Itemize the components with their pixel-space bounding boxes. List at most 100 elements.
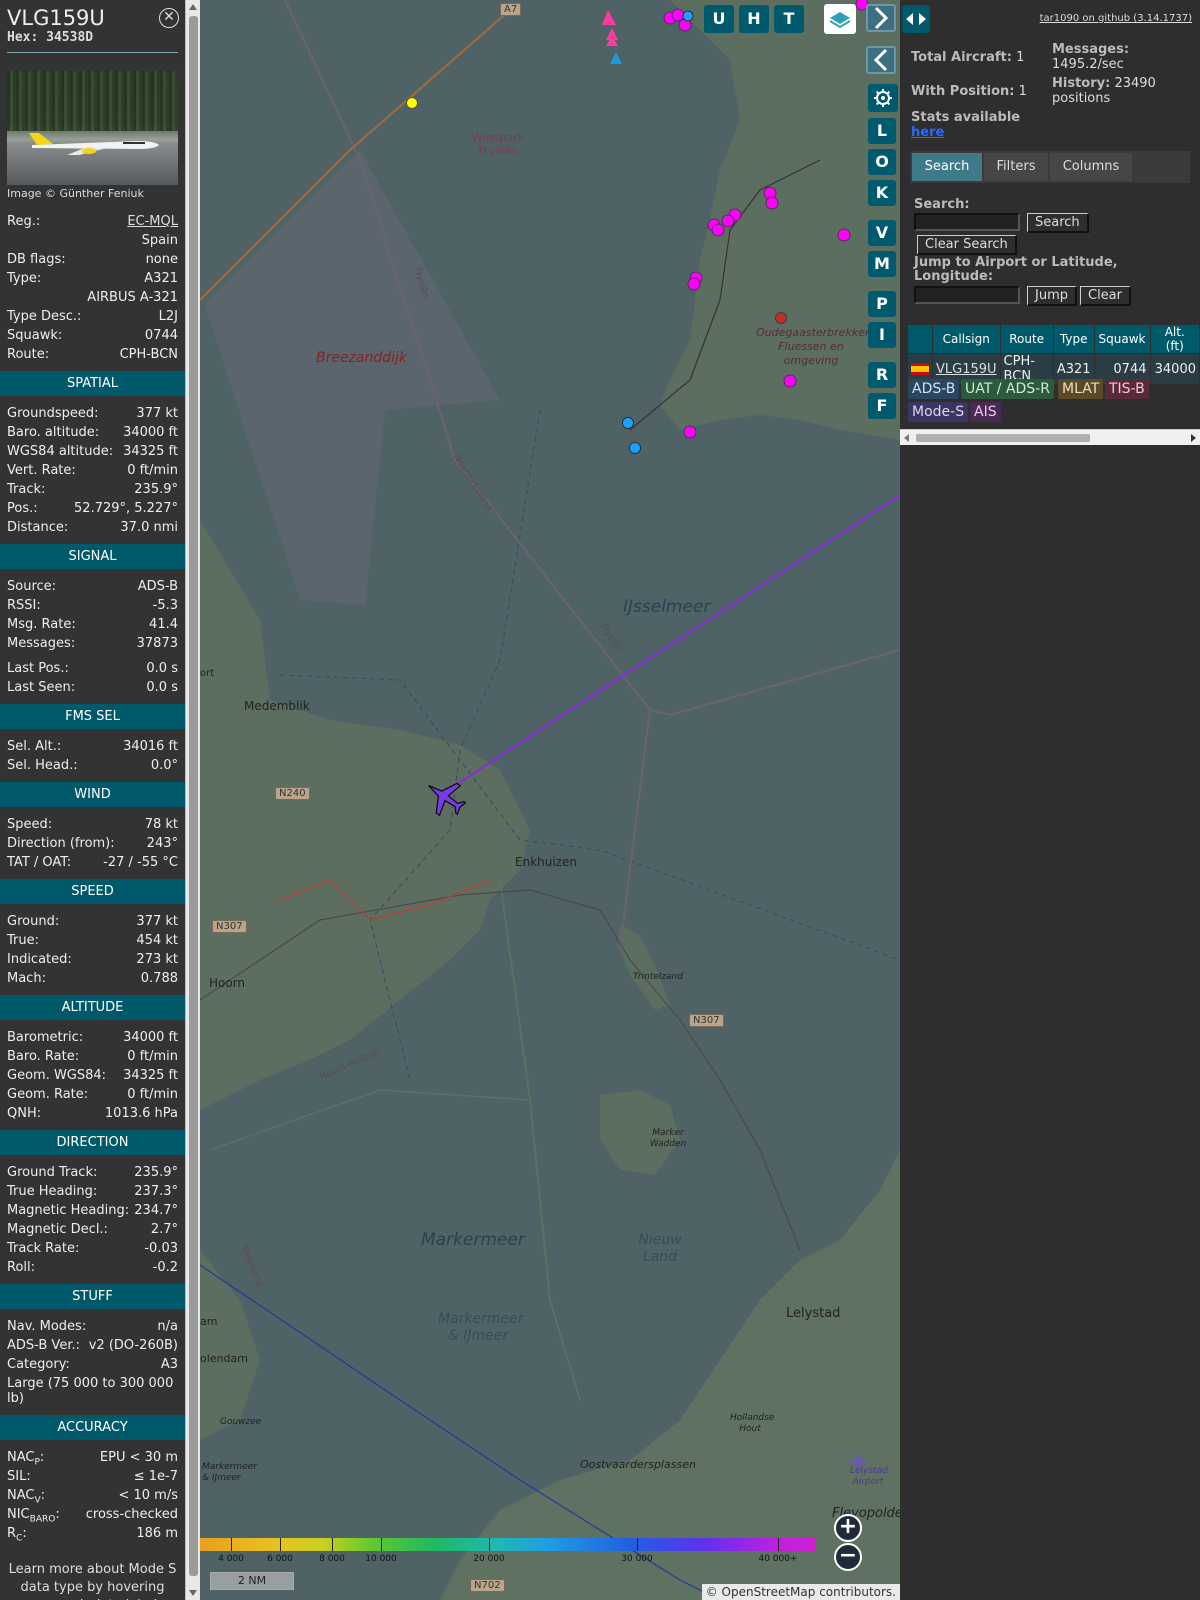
speed-label[interactable]: Ground: bbox=[7, 912, 59, 931]
scrollbar-thumb[interactable] bbox=[189, 16, 198, 1576]
stuff-label[interactable]: ADS-B Ver.: bbox=[7, 1336, 80, 1355]
scroll-left-icon[interactable] bbox=[904, 434, 909, 442]
signal-label[interactable]: Messages: bbox=[7, 634, 75, 653]
jump-button[interactable]: Jump bbox=[1027, 286, 1077, 306]
fms-label[interactable]: Sel. Head.: bbox=[7, 756, 78, 775]
osm-link[interactable]: OpenStreetMap bbox=[722, 1585, 816, 1599]
speed-label[interactable]: Indicated: bbox=[7, 950, 72, 969]
map-button-o[interactable]: O bbox=[868, 149, 896, 175]
label-am: am bbox=[200, 1315, 218, 1328]
direction-label[interactable]: Ground Track: bbox=[7, 1163, 97, 1182]
scroll-up-icon[interactable] bbox=[189, 4, 197, 10]
zoom-in-button[interactable]: + bbox=[834, 1514, 862, 1542]
jump-input[interactable] bbox=[914, 286, 1020, 304]
github-link[interactable]: tar1090 on github (3.14.1737) bbox=[1040, 13, 1192, 24]
column-header[interactable]: Squawk bbox=[1093, 324, 1151, 354]
tab-columns[interactable]: Columns bbox=[1050, 153, 1132, 181]
altitude-label[interactable]: QNH: bbox=[7, 1104, 41, 1123]
hscroll-thumb[interactable] bbox=[916, 434, 1090, 442]
search-input[interactable] bbox=[914, 213, 1020, 231]
speed-label[interactable]: Mach: bbox=[7, 969, 46, 988]
spatial-label[interactable]: Baro. altitude: bbox=[7, 423, 99, 442]
label-markermeer-ijmeer-small: Markermeer & IJmeer bbox=[202, 1462, 257, 1483]
map-button-k[interactable]: K bbox=[868, 180, 896, 206]
stats-here-link[interactable]: here bbox=[911, 125, 944, 140]
accuracy-label[interactable]: NACV: bbox=[7, 1486, 45, 1506]
map-button-r[interactable]: R bbox=[868, 362, 896, 388]
altitude-label[interactable]: Baro. Rate: bbox=[7, 1047, 79, 1066]
basic-label[interactable]: Type: bbox=[7, 269, 41, 288]
map-button-i[interactable]: I bbox=[868, 322, 896, 348]
column-header[interactable]: Alt. (ft) bbox=[1149, 324, 1200, 354]
info-panel-scrollbar[interactable] bbox=[185, 0, 200, 1600]
accuracy-label[interactable]: NACP: bbox=[7, 1448, 44, 1468]
map-button-p[interactable]: P bbox=[868, 291, 896, 317]
speed-label[interactable]: True: bbox=[7, 931, 39, 950]
spatial-label[interactable]: WGS84 altitude: bbox=[7, 442, 113, 461]
collapse-panel-button[interactable] bbox=[866, 46, 896, 74]
scroll-right-icon[interactable] bbox=[1191, 434, 1196, 442]
direction-label[interactable]: True Heading: bbox=[7, 1182, 97, 1201]
search-button[interactable]: Search bbox=[1027, 213, 1089, 233]
map-button-v[interactable]: V bbox=[868, 220, 896, 246]
column-header[interactable]: Route bbox=[999, 324, 1054, 354]
map-view[interactable]: Windpark Fryslân Breezanddijk IJsselmeer… bbox=[200, 0, 900, 1600]
map-button-h[interactable]: H bbox=[739, 5, 769, 33]
spatial-label[interactable]: Groundspeed: bbox=[7, 404, 98, 423]
basic-value[interactable]: EC-MQL bbox=[127, 212, 178, 231]
scroll-down-icon[interactable] bbox=[189, 1590, 197, 1596]
signal-timing-label[interactable]: Last Seen: bbox=[7, 678, 75, 697]
wind-label[interactable]: Speed: bbox=[7, 815, 52, 834]
accuracy-label[interactable]: RC: bbox=[7, 1524, 27, 1544]
altitude-label[interactable]: Barometric: bbox=[7, 1028, 83, 1047]
altitude-label[interactable]: Geom. WGS84: bbox=[7, 1066, 106, 1085]
map-button-u[interactable]: U bbox=[704, 5, 734, 33]
direction-label[interactable]: Track Rate: bbox=[7, 1239, 79, 1258]
column-header[interactable] bbox=[907, 324, 933, 354]
fms-label[interactable]: Sel. Alt.: bbox=[7, 737, 61, 756]
spatial-label[interactable]: Pos.: bbox=[7, 499, 38, 518]
stuff-label[interactable]: Category: bbox=[7, 1355, 70, 1374]
layers-button[interactable] bbox=[824, 4, 856, 34]
basic-label[interactable]: Squawk: bbox=[7, 326, 62, 345]
basic-label[interactable]: DB flags: bbox=[7, 250, 66, 269]
map-button-f[interactable]: F bbox=[868, 393, 896, 419]
signal-timing-label[interactable]: Last Pos.: bbox=[7, 659, 69, 678]
map-button-t[interactable]: T bbox=[774, 5, 804, 33]
signal-label[interactable]: Msg. Rate: bbox=[7, 615, 76, 634]
map-canvas[interactable] bbox=[200, 0, 900, 1600]
stuff-label[interactable]: Nav. Modes: bbox=[7, 1317, 86, 1336]
direction-label[interactable]: Roll: bbox=[7, 1258, 35, 1277]
spatial-label[interactable]: Distance: bbox=[7, 518, 68, 537]
basic-label[interactable]: Route: bbox=[7, 345, 49, 364]
spatial-label[interactable]: Vert. Rate: bbox=[7, 461, 76, 480]
table-horizontal-scrollbar[interactable] bbox=[900, 429, 1200, 445]
column-header[interactable]: Callsign bbox=[932, 324, 1001, 354]
clear-jump-button[interactable]: Clear bbox=[1080, 286, 1131, 306]
clear-search-button[interactable]: Clear Search bbox=[917, 235, 1017, 255]
direction-label[interactable]: Magnetic Decl.: bbox=[7, 1220, 108, 1239]
spatial-label[interactable]: Track: bbox=[7, 480, 45, 499]
map-button-l[interactable]: L bbox=[868, 118, 896, 144]
toggle-sidebar-button[interactable] bbox=[902, 5, 930, 33]
map-button-m[interactable]: M bbox=[868, 251, 896, 277]
tab-search[interactable]: Search bbox=[912, 153, 982, 181]
expand-panel-button[interactable] bbox=[866, 4, 896, 32]
accuracy-label[interactable]: SIL: bbox=[7, 1467, 31, 1486]
settings-button[interactable] bbox=[868, 84, 898, 112]
altitude-label[interactable]: Geom. Rate: bbox=[7, 1085, 88, 1104]
basic-label[interactable]: Reg.: bbox=[7, 212, 40, 231]
tab-filters[interactable]: Filters bbox=[984, 153, 1048, 181]
basic-label[interactable]: Type Desc.: bbox=[7, 307, 81, 326]
close-icon[interactable]: ✕ bbox=[159, 8, 179, 28]
signal-label[interactable]: Source: bbox=[7, 577, 56, 596]
column-header[interactable]: Type bbox=[1052, 324, 1095, 354]
registration-link[interactable]: EC-MQL bbox=[127, 214, 178, 229]
signal-label[interactable]: RSSI: bbox=[7, 596, 41, 615]
aircraft-photo[interactable] bbox=[7, 71, 178, 185]
wind-label[interactable]: TAT / OAT: bbox=[7, 853, 71, 872]
accuracy-label[interactable]: NICBARO: bbox=[7, 1505, 60, 1525]
direction-label[interactable]: Magnetic Heading: bbox=[7, 1201, 129, 1220]
zoom-out-button[interactable]: − bbox=[834, 1543, 862, 1571]
wind-label[interactable]: Direction (from): bbox=[7, 834, 115, 853]
